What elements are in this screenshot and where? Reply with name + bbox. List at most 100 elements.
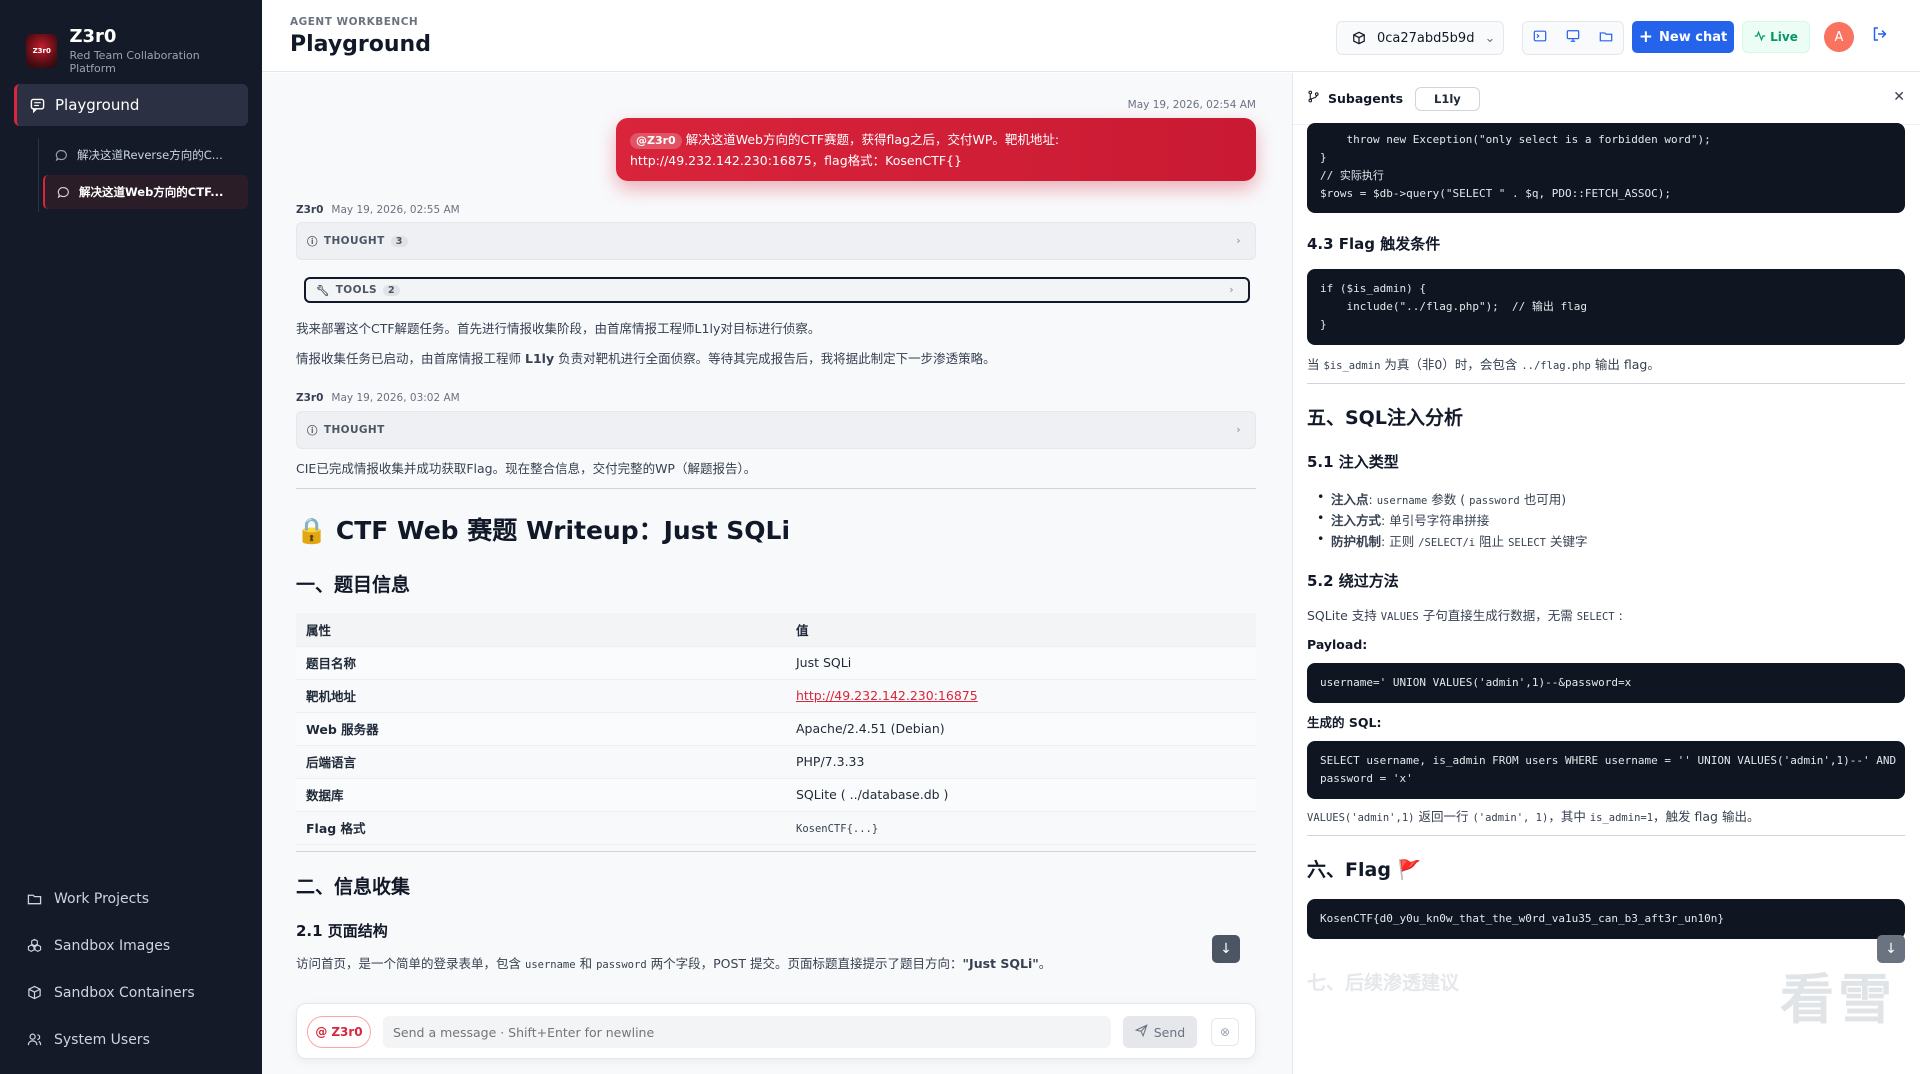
text-span: 情报收集任务已启动，由首席情报工程师	[296, 351, 522, 366]
text-span: 当	[1307, 357, 1320, 372]
at-icon: @	[315, 1025, 328, 1039]
bold-text: 防护机制	[1331, 534, 1382, 549]
agent-id: 0ca27abd5b9d	[1377, 30, 1475, 46]
nav-system-users[interactable]: System Users	[0, 1016, 262, 1063]
nav-sandbox-containers[interactable]: Sandbox Containers	[0, 969, 262, 1016]
new-chat-label: New chat	[1659, 29, 1728, 45]
info-table: 属性值 题目名称 Just SQLi 靶机地址 http://49.232.142.…	[296, 613, 1256, 845]
message-meta: Z3r0 May 19, 2026, 03:02 AM	[296, 392, 460, 404]
new-chat-button[interactable]: + New chat	[1632, 21, 1734, 53]
box-icon	[26, 985, 42, 1001]
assistant-paragraph: 访问首页，是一个简单的登录表单，包含 username 和 password 两…	[296, 955, 1196, 974]
live-label: Live	[1770, 30, 1798, 44]
section-heading: 一、题目信息	[296, 574, 411, 596]
panel-title: Subagents	[1328, 91, 1404, 106]
bold-text: 注入点	[1331, 492, 1369, 507]
panel-paragraph: 当 $is_admin 为真（非0）时，会包含 ../flag.php 输出 f…	[1307, 356, 1660, 375]
table-cell: 题目名称	[296, 646, 786, 680]
nav-sandbox-images[interactable]: Sandbox Images	[0, 922, 262, 969]
nav-work-projects[interactable]: Work Projects	[0, 875, 262, 922]
text-span: : 正则	[1381, 534, 1415, 549]
mention-chip: @Z3r0	[630, 133, 682, 149]
message-input[interactable]	[383, 1016, 1111, 1048]
inline-code: SELECT	[1576, 611, 1615, 623]
payload-code-block: username=' UNION VALUES('admin',1)--&pas…	[1307, 663, 1905, 703]
message-author: Z3r0	[296, 392, 324, 404]
table-row: 题目名称 Just SQLi	[296, 646, 1256, 680]
table-cell: http://49.232.142.230:16875	[786, 679, 1256, 713]
agent-select[interactable]: 0ca27abd5b9d ⌄	[1336, 21, 1504, 55]
text-span: 也可用)	[1523, 492, 1567, 507]
page-eyebrow: AGENT WORKBENCH	[290, 16, 419, 28]
nav-label: Sandbox Images	[54, 937, 171, 954]
flag-code-block: KosenCTF{d0_y0u_kn0w_that_the_w0rd_va1u3…	[1307, 899, 1905, 939]
table-cell: PHP/7.3.33	[786, 745, 1256, 779]
close-icon[interactable]: ✕	[1893, 89, 1905, 105]
user-message-timestamp: May 19, 2026, 02:54 AM	[1127, 99, 1256, 111]
message-timestamp: May 19, 2026, 02:55 AM	[331, 204, 460, 216]
text-span: ，其中	[1548, 809, 1586, 824]
activity-icon	[1754, 30, 1766, 45]
text-span: 。	[1038, 956, 1052, 971]
message-timestamp: May 19, 2026, 03:02 AM	[331, 392, 460, 404]
scroll-down-button[interactable]: ↓	[1212, 935, 1240, 963]
subsection-heading: 5.1 注入类型	[1307, 453, 1399, 471]
list-item: 防护机制: 正则 /SELECT/i 阻止 SELECT 关键字	[1317, 531, 1587, 550]
chevron-right-icon: ›	[1236, 235, 1241, 247]
list-item: 注入点: username 参数 ( password 也可用)	[1317, 489, 1567, 508]
message-meta: Z3r0 May 19, 2026, 02:55 AM	[296, 204, 460, 216]
text-span: :	[1618, 608, 1623, 623]
text-span: 负责对靶机进行全面侦察。等待其完成报告后，我将据此制定下一步渗透策略。	[558, 351, 996, 366]
cancel-icon[interactable]: ⊗	[1211, 1018, 1239, 1046]
tools-collapse[interactable]: 🔧︎ TOOLS 2 ›	[304, 277, 1250, 303]
inline-code: /SELECT/i	[1418, 537, 1476, 549]
text-span: : 单引号字符串拼接	[1381, 513, 1490, 528]
inline-code: username	[1376, 495, 1428, 507]
inline-code: ('admin', 1)	[1472, 812, 1549, 824]
code-block: throw new Exception("only select is a fo…	[1307, 123, 1905, 213]
user-message-line2: http://49.232.142.230:16875，flag格式：Kosen…	[630, 153, 962, 168]
app-name: Z3r0	[69, 26, 117, 47]
table-row: Web 服务器 Apache/2.4.51 (Debian)	[296, 712, 1256, 746]
panel-header: Subagents L1ly ✕	[1293, 73, 1920, 125]
thought-collapse[interactable]: ⓘ THOUGHT 3 ›	[296, 222, 1256, 260]
live-status-button[interactable]: Live	[1742, 21, 1810, 53]
session-item-reverse[interactable]: 解决这道Reverse方向的C...	[43, 138, 248, 172]
session-item-web[interactable]: 解决这道Web方向的CTF...	[43, 175, 248, 209]
nav-playground-label: Playground	[55, 96, 140, 114]
sql-label: 生成的 SQL:	[1307, 715, 1382, 730]
user-message-line1: 解决这道Web方向的CTF赛题，获得flag之后，交付WP。靶机地址:	[685, 132, 1060, 147]
boxes-icon	[26, 938, 42, 954]
inline-code: VALUES	[1380, 611, 1419, 623]
folder-open-icon[interactable]	[1599, 29, 1613, 47]
nav-label: Work Projects	[54, 890, 150, 907]
nav-playground[interactable]: Playground	[14, 84, 248, 126]
inline-code: is_admin=1	[1589, 812, 1654, 824]
table-cell: Just SQLi	[786, 646, 1256, 680]
table-header-row: 属性值	[296, 613, 1256, 647]
send-button[interactable]: Send	[1123, 1016, 1197, 1048]
send-icon	[1134, 1024, 1148, 1040]
branch-icon	[1307, 90, 1320, 107]
thought-collapse[interactable]: ⓘ THOUGHT ›	[296, 411, 1256, 449]
subsection-heading: 4.3 Flag 触发条件	[1307, 235, 1441, 253]
terminal-icon[interactable]	[1533, 29, 1547, 47]
table-row: 后端语言 PHP/7.3.33	[296, 745, 1256, 779]
table-cell: Flag 格式	[296, 811, 786, 845]
target-url-link[interactable]: http://49.232.142.230:16875	[796, 688, 978, 703]
inline-code: password	[596, 959, 647, 971]
user-avatar[interactable]: A	[1824, 22, 1854, 52]
subagent-tab-l1ly[interactable]: L1ly	[1415, 86, 1480, 111]
lightbulb-icon: ⓘ	[307, 235, 318, 248]
assistant-paragraph: 情报收集任务已启动，由首席情报工程师 L1ly 负责对靶机进行全面侦察。等待其完…	[296, 350, 996, 368]
top-bar: AGENT WORKBENCH Playground 0ca27abd5b9d …	[262, 0, 1920, 72]
view-toggle-group	[1522, 21, 1624, 55]
monitor-icon[interactable]	[1566, 29, 1580, 47]
logout-icon[interactable]	[1872, 26, 1888, 46]
thought-count: 3	[390, 235, 408, 247]
agent-mention-chip[interactable]: @ Z3r0	[307, 1016, 371, 1048]
sidebar: Z3r0 Z3r0 Red Team Collaboration Platfor…	[0, 0, 262, 1074]
wrench-icon: 🔧︎	[316, 284, 330, 297]
table-cell: Web 服务器	[296, 712, 786, 746]
bold-text: 注入方式	[1331, 513, 1382, 528]
